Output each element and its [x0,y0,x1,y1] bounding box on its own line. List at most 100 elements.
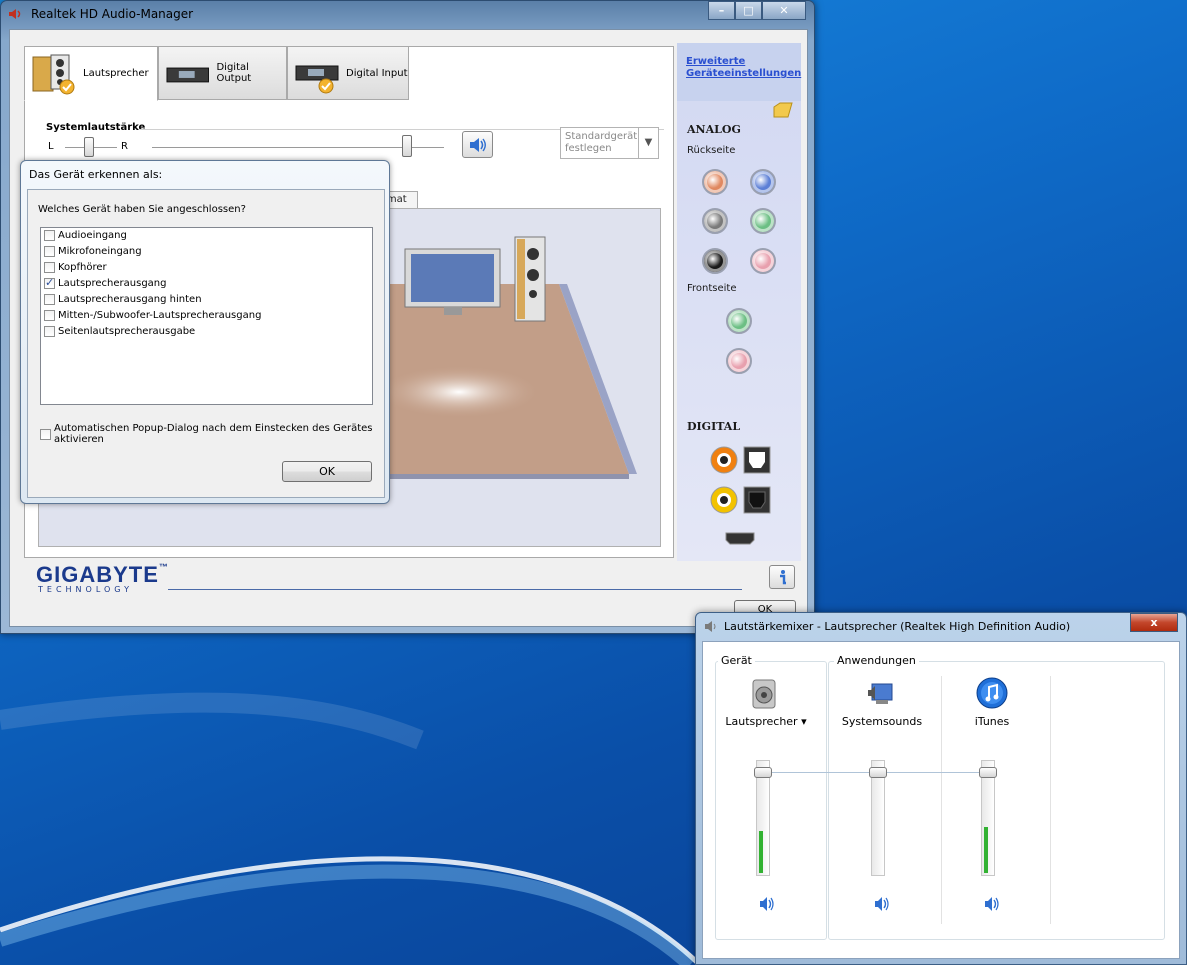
digital-heading: DIGITAL [687,420,741,433]
auto-popup-option[interactable]: Automatischen Popup-Dialog nach dem Eins… [40,423,373,445]
info-button[interactable] [769,565,795,589]
analog-heading: ANALOG [687,123,741,136]
mixer-body: Gerät Anwendungen Lautsprecher ▾ Systems… [702,641,1180,959]
volume-slider[interactable] [979,767,997,778]
volume-slider[interactable] [402,135,412,157]
dialog-title: Das Gerät erkennen als: [29,168,163,181]
rear-jack-blue[interactable] [750,169,776,195]
checkbox[interactable] [44,276,55,289]
optical-output-icon[interactable] [743,446,771,474]
device-name[interactable]: Lautsprecher ▾ [711,715,821,728]
checkbox[interactable] [44,310,55,321]
app-name: iTunes [974,715,1010,728]
peak-meter [759,831,763,873]
checkbox[interactable] [44,262,55,273]
peak-meter [984,827,988,873]
dialog-body: Welches Gerät haben Sie angeschlossen? A… [27,189,385,498]
minimize-button[interactable]: – [708,1,735,20]
checkbox[interactable] [44,246,55,257]
coaxial-output-icon[interactable] [710,446,738,474]
rear-jack-gray[interactable] [702,208,728,234]
speaker-icon [9,9,21,19]
advanced-settings-link[interactable]: Erweiterte Geräteeinstellungen [686,56,801,80]
mute-speaker-icon[interactable] [758,896,776,912]
separator [941,676,942,924]
front-label: Frontseite [687,283,737,294]
checkbox[interactable] [40,429,51,440]
ok-button[interactable]: OK [282,461,372,482]
chevron-down-icon: ▾ [801,715,807,728]
digital-device-icon [166,67,209,83]
mute-button[interactable] [462,131,493,158]
digital-device-icon [295,65,339,94]
option-label: Audioeingang [58,230,127,241]
device-type-list: Audioeingang Mikrofoneingang Kopfhörer L… [40,227,373,405]
folder-icon[interactable] [772,101,794,119]
option-headphones[interactable]: Kopfhörer [44,262,107,273]
option-rear-speaker-out[interactable]: Lautsprecherausgang hinten [44,294,202,305]
window-title: Lautstärkemixer - Lautsprecher (Realtek … [724,620,1071,633]
tab-lautsprecher[interactable]: Lautsprecher [24,46,158,101]
separator [168,589,742,590]
rear-jack-green[interactable] [750,208,776,234]
default-device-dropdown[interactable]: Standardgerät festlegen ▼ [560,127,659,159]
option-label: Seitenlautsprecherausgabe [58,326,196,337]
window-title: Realtek HD Audio-Manager [31,7,194,21]
device-group-label: Gerät [718,654,755,667]
info-icon [780,570,786,585]
system-sounds-icon [868,683,893,704]
rear-label: Rückseite [687,145,736,156]
separator [1050,676,1051,924]
option-label: Mitten-/Subwoofer-Lautsprecherausgang [58,310,262,321]
gigabyte-logo-sub: TECHNOLOGY [38,585,133,594]
mute-speaker-icon[interactable] [983,896,1001,912]
coaxial-input-icon[interactable] [710,486,738,514]
rear-jack-black[interactable] [702,248,728,274]
chevron-down-icon: ▼ [638,128,658,158]
auto-popup-label: Automatischen Popup-Dialog nach dem Eins… [54,423,373,445]
speaker-icon [705,621,716,632]
front-jack-pink[interactable] [726,348,752,374]
option-side-speaker-out[interactable]: Seitenlautsprecherausgabe [44,326,195,337]
balance-slider[interactable] [84,137,94,157]
tab-label: Lautsprecher [83,68,149,79]
checkbox[interactable] [44,230,55,241]
volume-slider[interactable] [754,767,772,778]
checkbox[interactable] [44,326,55,337]
rear-jack-pink[interactable] [750,248,776,274]
optical-input-icon[interactable] [743,486,771,514]
device-detect-dialog: Das Gerät erkennen als: Welches Gerät ha… [20,160,390,504]
balance-left-label: L [48,141,54,152]
option-mic-in[interactable]: Mikrofoneingang [44,246,142,257]
option-speaker-out[interactable]: Lautsprecherausgang [44,276,167,289]
mute-speaker-icon[interactable] [873,896,891,912]
hdmi-icon[interactable] [725,531,755,545]
front-jack-green[interactable] [726,308,752,334]
speaker-icon [752,679,776,709]
volume-mixer-window: Lautstärkemixer - Lautsprecher (Realtek … [695,612,1187,965]
tab-label: Digital Output [216,62,252,84]
tab-digital-output[interactable]: Digital Output [158,46,287,100]
maximize-button[interactable]: □ [735,1,762,20]
itunes-icon [976,677,1008,709]
connector-sidebar: Erweiterte Geräteeinstellungen ANALOG Rü… [677,43,801,561]
option-label: Lautsprecherausgang hinten [58,294,202,305]
caption-buttons: – □ ✕ [708,1,806,21]
speaker-icon [469,137,486,152]
close-button[interactable]: x [1130,613,1178,632]
checkbox[interactable] [44,294,55,305]
system-volume-label: Systemlautstärke [46,122,146,133]
balance-right-label: R [121,141,128,152]
speaker-tab-icon [32,54,75,94]
dialog-question: Welches Gerät haben Sie angeschlossen? [38,204,246,215]
option-label: Lautsprecherausgang [58,278,167,289]
rear-jack-orange[interactable] [702,169,728,195]
option-audio-in[interactable]: Audioeingang [44,230,127,241]
volume-slider[interactable] [869,767,887,778]
tab-label: Digital Input [346,67,408,79]
option-center-sub-out[interactable]: Mitten-/Subwoofer-Lautsprecherausgang [44,310,261,321]
tab-digital-input[interactable]: Digital Input [287,46,409,100]
close-button[interactable]: ✕ [762,1,806,20]
applications-group-label: Anwendungen [834,654,919,667]
option-label: Mikrofoneingang [58,246,142,257]
